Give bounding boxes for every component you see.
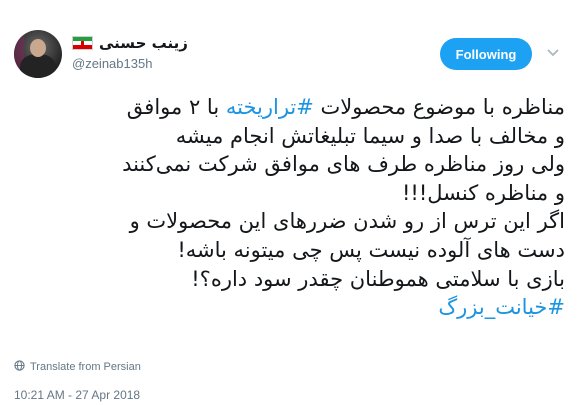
tweet-card: زینب حسنی @zeinab135h Following مناظره ب…: [0, 0, 583, 405]
avatar[interactable]: [14, 30, 62, 78]
tweet-line: ولی روز مناظره طرف های موافق شرکت نمی‌کن…: [122, 152, 565, 177]
following-button[interactable]: Following: [440, 38, 532, 70]
chevron-down-icon[interactable]: [546, 46, 560, 60]
text-segment: با ۲ موافق: [126, 95, 226, 119]
text-segment: مناظره با موضوع محصولات: [313, 95, 565, 119]
tweet-line: دست های آلوده نیست پس چی میتونه باشه!: [177, 237, 565, 262]
tweet-line: و مناظره کنسل!!!: [401, 180, 565, 205]
translate-link[interactable]: Translate from Persian: [14, 360, 141, 374]
user-handle[interactable]: @zeinab135h: [72, 56, 152, 71]
translate-label: Translate from Persian: [30, 361, 141, 373]
display-name[interactable]: زینب حسنی: [99, 34, 188, 52]
hashtag-link[interactable]: #تراریخته: [226, 95, 314, 119]
iran-flag-icon: [72, 36, 93, 50]
tweet-line: و مخالف با صدا و سیما تبلیغاتش انجام میش…: [175, 123, 565, 148]
tweet-text: مناظره با موضوع محصولات #تراریخته با ۲ م…: [10, 93, 565, 322]
tweet-timestamp[interactable]: 10:21 AM - 27 Apr 2018: [14, 388, 140, 402]
author-name-row: زینب حسنی: [72, 34, 188, 52]
tweet-line: اگر این ترس از رو شدن ضررهای این محصولات…: [129, 209, 565, 234]
hashtag-link[interactable]: #خیانت_بزرگ: [10, 293, 565, 322]
tweet-line: مناظره با موضوع محصولات #تراریخته با ۲ م…: [10, 93, 565, 122]
tweet-line: بازی با سلامتی هموطنان چقدر سود داره؟!: [191, 266, 565, 291]
globe-icon: [14, 360, 25, 374]
